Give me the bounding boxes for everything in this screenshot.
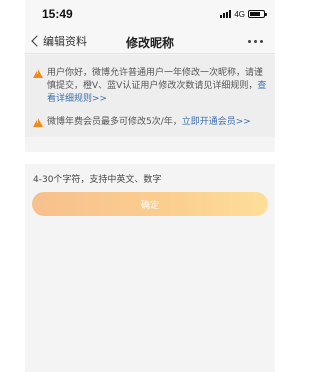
status-bar: 15:49 4G <box>25 0 275 28</box>
notice-item-vip: 微博年费会员最多可修改5次/年，立即开通会员>> <box>33 116 269 129</box>
notice-panel: 用户你好，微博允许普通用户一年修改一次昵称，请谨慎提交，橙V、蓝V认证用户修改次… <box>25 55 275 137</box>
notice-item-rules: 用户你好，微博允许普通用户一年修改一次昵称，请谨慎提交，橙V、蓝V认证用户修改次… <box>33 67 269 106</box>
more-dots-icon[interactable] <box>248 40 263 43</box>
page-title: 修改昵称 <box>125 36 174 50</box>
nav-bar: 编辑资料 修改昵称 <box>25 28 275 54</box>
confirm-button[interactable]: 确定 <box>32 192 268 216</box>
phone-frame: 15:49 4G 编辑资料 修改昵称 用户你好，微博允许普通用户一年 <box>0 0 320 372</box>
signal-icon <box>220 10 232 18</box>
open-vip-link[interactable]: 立即开通会员>> <box>182 117 251 127</box>
network-type: 4G <box>234 9 245 19</box>
app-screen: 15:49 4G 编辑资料 修改昵称 用户你好，微博允许普通用户一年 <box>25 0 275 372</box>
nickname-input[interactable] <box>25 152 275 164</box>
status-time: 15:49 <box>42 7 73 21</box>
battery-icon <box>248 10 267 18</box>
status-indicators: 4G <box>220 9 267 19</box>
notice-text-rules: 用户你好，微博允许普通用户一年修改一次昵称，请谨慎提交，橙V、蓝V认证用户修改次… <box>33 67 269 106</box>
notice-text-vip: 微博年费会员最多可修改5次/年，立即开通会员>> <box>33 116 269 129</box>
warning-icon <box>33 118 43 127</box>
nickname-hint: 4-30个字符，支持中英文、数字 <box>33 175 162 185</box>
warning-icon <box>33 69 43 78</box>
notice-rules-text: 用户你好，微博允许普通用户一年修改一次昵称，请谨慎提交，橙V、蓝V认证用户修改次… <box>47 68 264 91</box>
notice-vip-text: 微博年费会员最多可修改5次/年， <box>47 117 182 127</box>
